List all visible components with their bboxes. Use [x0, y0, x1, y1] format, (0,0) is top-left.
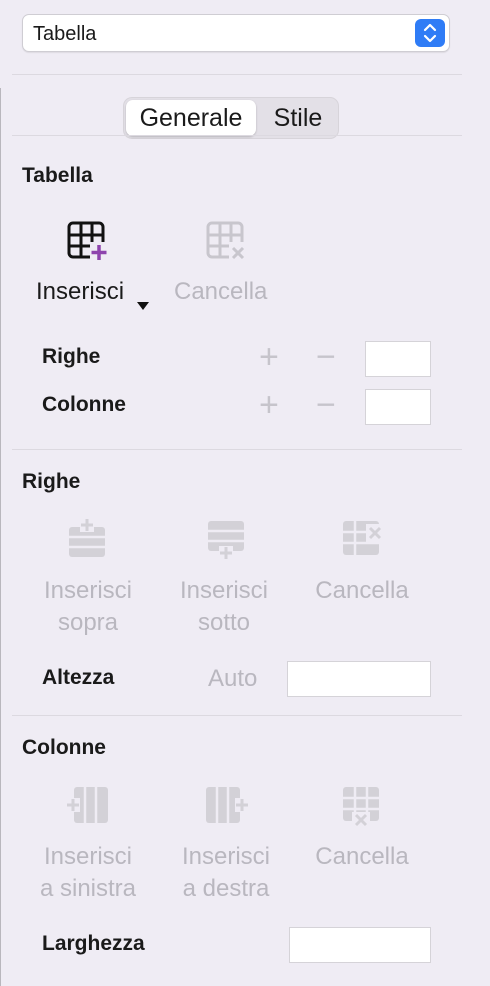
insert-column-right-line1: Inserisci: [181, 843, 271, 870]
chevron-down-icon[interactable]: [136, 298, 150, 316]
table-section-title: Tabella: [22, 164, 93, 187]
rows-count-field[interactable]: [365, 341, 431, 377]
divider: [12, 135, 462, 136]
divider: [12, 449, 462, 450]
rows-plus-button[interactable]: +: [259, 340, 279, 374]
insert-column-left-line1: Inserisci: [43, 843, 133, 870]
delete-column-icon: [340, 784, 384, 833]
divider: [12, 715, 462, 716]
delete-row-icon: [340, 518, 384, 565]
insert-row-below-icon: [205, 518, 249, 565]
insert-row-above-button[interactable]: Inserisci sopra: [28, 575, 148, 639]
insert-column-left-icon: [66, 784, 110, 831]
insert-row-above-icon: [66, 518, 110, 565]
col-width-label: Larghezza: [42, 932, 145, 955]
rows-section-title: Righe: [22, 470, 81, 493]
row-height-auto-checkbox[interactable]: Auto: [208, 665, 257, 693]
insert-column-left-line2: a sinistra: [39, 875, 137, 902]
delete-column-button[interactable]: Cancella: [302, 841, 422, 873]
rows-minus-button[interactable]: −: [316, 340, 336, 374]
insert-row-below-line2: sotto: [197, 609, 251, 636]
cols-section-title: Colonne: [22, 736, 106, 759]
element-type-select[interactable]: Tabella: [22, 14, 450, 52]
delete-row-button[interactable]: Cancella: [302, 575, 422, 607]
insert-row-below-button[interactable]: Inserisci sotto: [164, 575, 284, 639]
cols-plus-button[interactable]: +: [259, 388, 279, 422]
rows-count-label: Righe: [42, 345, 101, 368]
insert-table-icon: [66, 220, 110, 267]
row-height-field[interactable]: [287, 661, 431, 697]
insert-row-above-line2: sopra: [57, 609, 119, 636]
insert-column-right-button[interactable]: Inserisci a destra: [166, 841, 286, 905]
delete-table-icon: [205, 220, 249, 267]
row-height-label: Altezza: [42, 666, 115, 689]
cols-minus-button[interactable]: −: [316, 388, 336, 422]
insert-column-left-button[interactable]: Inserisci a sinistra: [28, 841, 148, 905]
insert-column-right-icon: [205, 784, 249, 831]
select-value: Tabella: [33, 23, 97, 45]
col-width-field[interactable]: [289, 927, 431, 963]
insert-column-right-line2: a destra: [182, 875, 270, 902]
tab-generale[interactable]: Generale: [126, 100, 256, 136]
cols-count-label: Colonne: [42, 393, 126, 416]
tab-stile[interactable]: Stile: [260, 100, 336, 136]
insert-row-below-line1: Inserisci: [179, 577, 269, 604]
divider: [12, 74, 462, 75]
left-border: [0, 88, 1, 986]
insert-table-button[interactable]: Inserisci: [36, 278, 124, 306]
select-stepper-icon: [415, 19, 445, 47]
delete-table-button[interactable]: Cancella: [174, 278, 267, 306]
cols-count-field[interactable]: [365, 389, 431, 425]
insert-row-above-line1: Inserisci: [43, 577, 133, 604]
tab-segmented-control: Generale Stile: [123, 97, 339, 139]
